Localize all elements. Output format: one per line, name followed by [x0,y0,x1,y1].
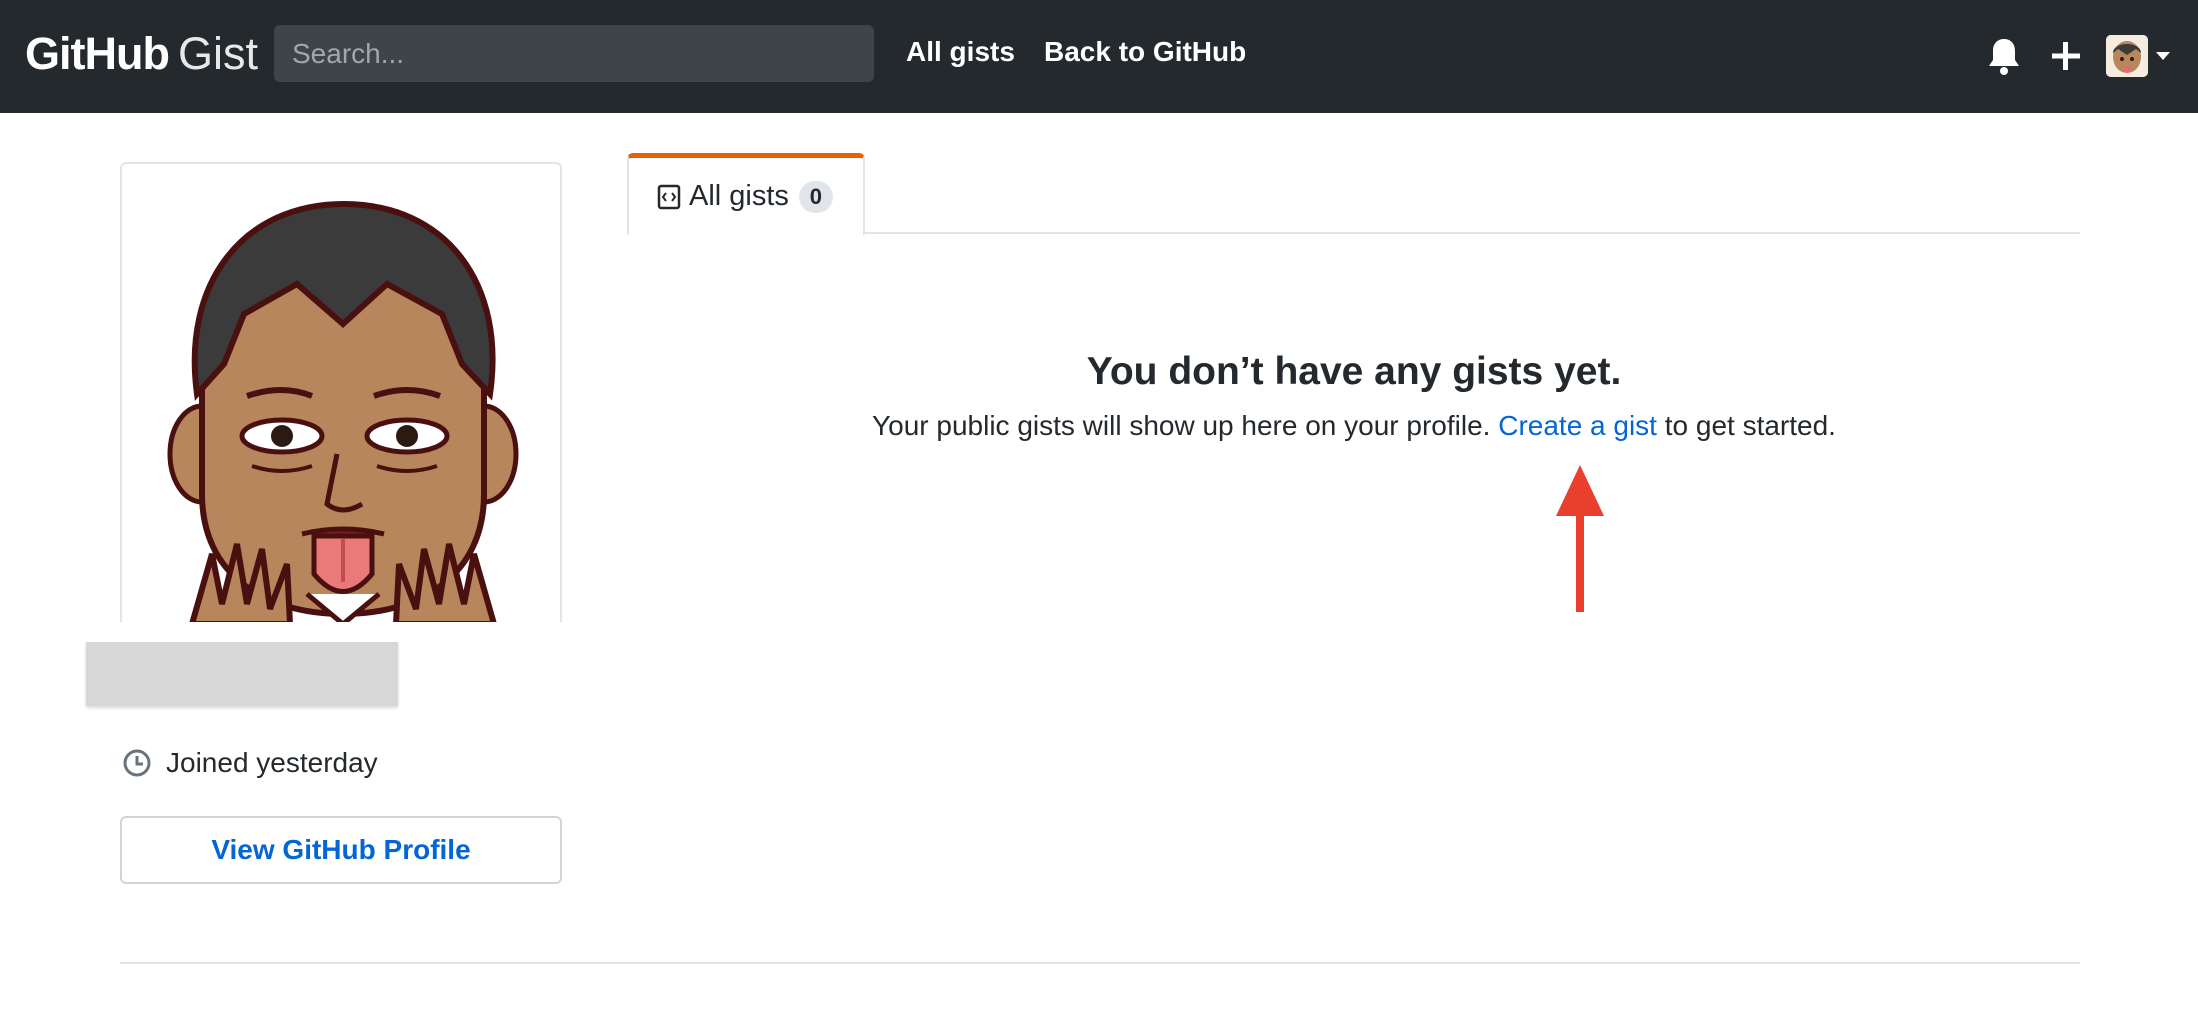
github-gist-logo[interactable]: GitHub Gist [25,28,258,84]
blankslate-text-after: to get started. [1664,410,1836,441]
profile-avatar [120,162,562,622]
plus-icon[interactable] [2048,38,2084,74]
tab-label: All gists [689,180,789,212]
blankslate-title: You don’t have any gists yet. [1086,350,1622,393]
logo-gist-text: Gist [177,28,258,79]
caret-down-icon [2156,52,2170,60]
view-github-profile-button[interactable]: View GitHub Profile [120,816,562,884]
code-square-icon [657,184,681,209]
bell-icon[interactable] [1986,36,2022,76]
gist-count-badge: 0 [798,180,833,213]
logo-github-text: GitHub [25,28,170,79]
nav-all-gists[interactable]: All gists [906,36,1015,68]
joined-date: Joined yesterday [122,747,378,778]
search-input[interactable] [274,25,874,82]
avatar-illustration [167,200,519,622]
user-menu-button[interactable] [2106,34,2172,78]
blankslate-description: Your public gists will show up here on y… [628,410,2080,442]
red-arrow-annotation [1556,465,1604,612]
footer-divider [120,962,2080,964]
redacted-username [86,642,398,706]
tab-all-gists[interactable]: All gists 0 [627,153,865,235]
joined-label: Joined yesterday [166,747,378,778]
blankslate-text-before: Your public gists will show up here on y… [872,410,1491,441]
top-header: GitHub Gist All gists Back to GitHub [0,0,2198,113]
nav-back-to-github[interactable]: Back to GitHub [1044,36,1246,68]
create-gist-link[interactable]: Create a gist [1498,410,1657,441]
avatar [2106,35,2148,77]
clock-icon [123,749,151,777]
